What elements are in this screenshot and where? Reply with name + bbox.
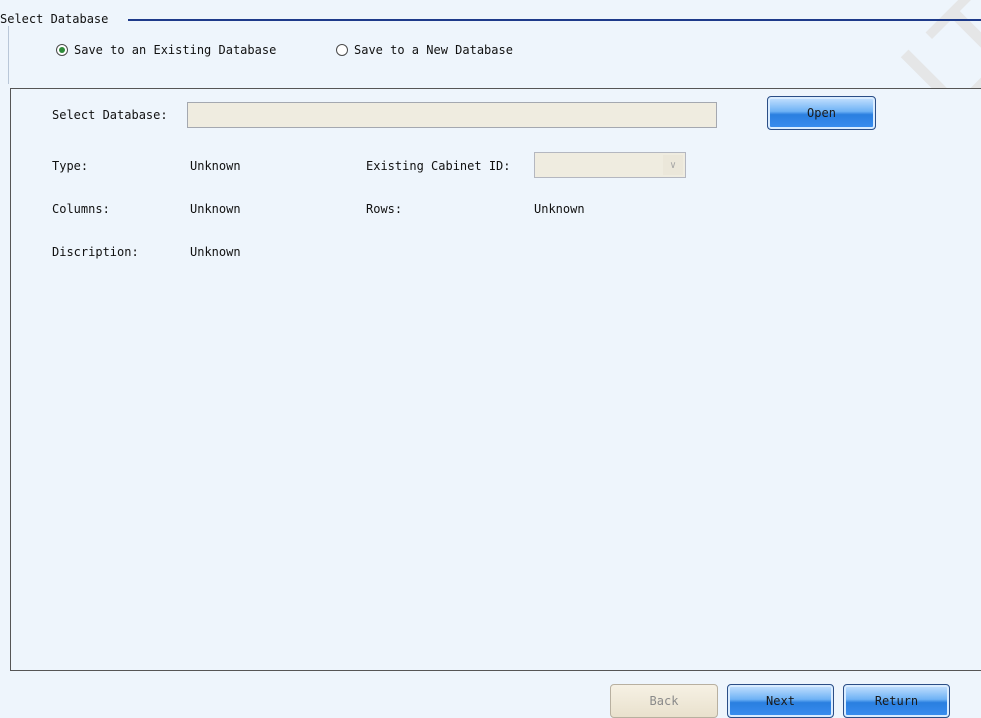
radio-checked-icon (56, 44, 68, 56)
existing-database-radio[interactable]: Save to an Existing Database (56, 43, 276, 57)
mode-radio-group: Save to an Existing Database Save to a N… (0, 43, 981, 63)
type-label: Type: (52, 159, 89, 173)
open-button-label: Open (807, 106, 836, 120)
rows-value: Unknown (534, 202, 585, 216)
description-label: Discription: (52, 245, 139, 259)
existing-cabinet-id-label: Existing Cabinet ID: (366, 159, 511, 173)
existing-cabinet-id-select[interactable]: ∨ (534, 152, 686, 178)
return-button[interactable]: Return (843, 684, 950, 718)
existing-database-label: Save to an Existing Database (74, 43, 277, 57)
database-details-panel (10, 88, 981, 671)
new-database-label: Save to a New Database (354, 43, 513, 57)
back-button[interactable]: Back (610, 684, 718, 718)
columns-label: Columns: (52, 202, 110, 216)
new-database-radio[interactable]: Save to a New Database (336, 43, 513, 57)
group-divider (128, 19, 981, 21)
select-database-input[interactable] (187, 102, 717, 128)
chevron-down-icon[interactable]: ∨ (663, 155, 683, 175)
group-title: Select Database (0, 12, 113, 26)
radio-unchecked-icon (336, 44, 348, 56)
open-button[interactable]: Open (767, 96, 876, 130)
columns-value: Unknown (190, 202, 241, 216)
select-database-label: Select Database: (52, 108, 168, 122)
type-value: Unknown (190, 159, 241, 173)
rows-label: Rows: (366, 202, 403, 216)
next-button[interactable]: Next (727, 684, 834, 718)
description-value: Unknown (190, 245, 241, 259)
next-button-label: Next (766, 694, 795, 708)
back-button-label: Back (649, 694, 679, 708)
return-button-label: Return (874, 694, 919, 708)
